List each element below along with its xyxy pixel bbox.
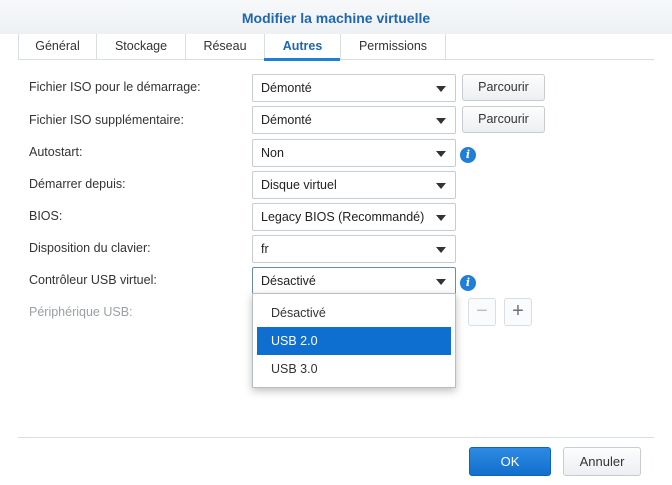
- dropdown-option-usb2[interactable]: USB 2.0: [257, 327, 451, 355]
- bios-value: Legacy BIOS (Recommandé): [261, 210, 425, 224]
- dropdown-option-usb3[interactable]: USB 3.0: [257, 355, 451, 383]
- autostart-label: Autostart:: [29, 145, 83, 159]
- boot-from-label: Démarrer depuis:: [29, 177, 126, 191]
- browse-extra-iso-button[interactable]: Parcourir: [462, 106, 545, 133]
- boot-iso-select[interactable]: Démonté: [252, 74, 456, 102]
- ok-button[interactable]: OK: [469, 447, 551, 476]
- add-usb-device-button[interactable]: +: [504, 298, 532, 326]
- dialog-title: Modifier la machine virtuelle: [241, 10, 431, 26]
- usb-controller-select[interactable]: Désactivé: [252, 267, 456, 295]
- browse-boot-iso-button[interactable]: Parcourir: [462, 74, 545, 101]
- extra-iso-value: Démonté: [261, 113, 312, 127]
- chevron-down-icon: [436, 215, 446, 221]
- autostart-select[interactable]: Non: [252, 139, 456, 167]
- usb-controller-dropdown: Désactivé USB 2.0 USB 3.0: [252, 293, 456, 388]
- usb-controller-label: Contrôleur USB virtuel:: [29, 273, 157, 287]
- dropdown-option-disabled[interactable]: Désactivé: [257, 299, 451, 327]
- autostart-value: Non: [261, 146, 284, 160]
- extra-iso-label: Fichier ISO supplémentaire:: [29, 113, 184, 127]
- boot-from-value: Disque virtuel: [261, 178, 337, 192]
- boot-iso-label: Fichier ISO pour le démarrage:: [29, 80, 201, 94]
- footer-divider: [18, 437, 654, 438]
- tab-general[interactable]: Général: [19, 34, 97, 59]
- chevron-down-icon: [436, 118, 446, 124]
- bios-select[interactable]: Legacy BIOS (Recommandé): [252, 203, 456, 231]
- tab-reseau[interactable]: Réseau: [186, 34, 265, 59]
- cancel-button[interactable]: Annuler: [563, 447, 641, 476]
- tab-stockage[interactable]: Stockage: [97, 34, 186, 59]
- boot-from-select[interactable]: Disque virtuel: [252, 171, 456, 199]
- keyboard-layout-value: fr: [261, 242, 269, 256]
- keyboard-layout-select[interactable]: fr: [252, 235, 456, 263]
- info-icon[interactable]: i: [460, 147, 476, 163]
- dialog-titlebar: Modifier la machine virtuelle: [0, 0, 672, 34]
- active-tab-indicator: [264, 58, 340, 61]
- bios-label: BIOS:: [29, 209, 63, 223]
- boot-iso-value: Démonté: [261, 81, 312, 95]
- keyboard-layout-label: Disposition du clavier:: [29, 241, 151, 255]
- chevron-down-icon: [436, 151, 446, 157]
- chevron-down-icon: [436, 247, 446, 253]
- tab-bar: Général Stockage Réseau Autres Permissio…: [18, 34, 446, 59]
- chevron-down-icon: [436, 183, 446, 189]
- chevron-down-icon: [436, 86, 446, 92]
- usb-device-label: Périphérique USB:: [29, 305, 133, 319]
- remove-usb-device-button[interactable]: −: [468, 298, 496, 326]
- usb-controller-value: Désactivé: [261, 274, 316, 288]
- chevron-down-icon: [436, 279, 446, 285]
- extra-iso-select[interactable]: Démonté: [252, 106, 456, 134]
- info-icon[interactable]: i: [460, 275, 476, 291]
- tab-autres[interactable]: Autres: [265, 34, 341, 59]
- tab-permissions[interactable]: Permissions: [341, 34, 446, 59]
